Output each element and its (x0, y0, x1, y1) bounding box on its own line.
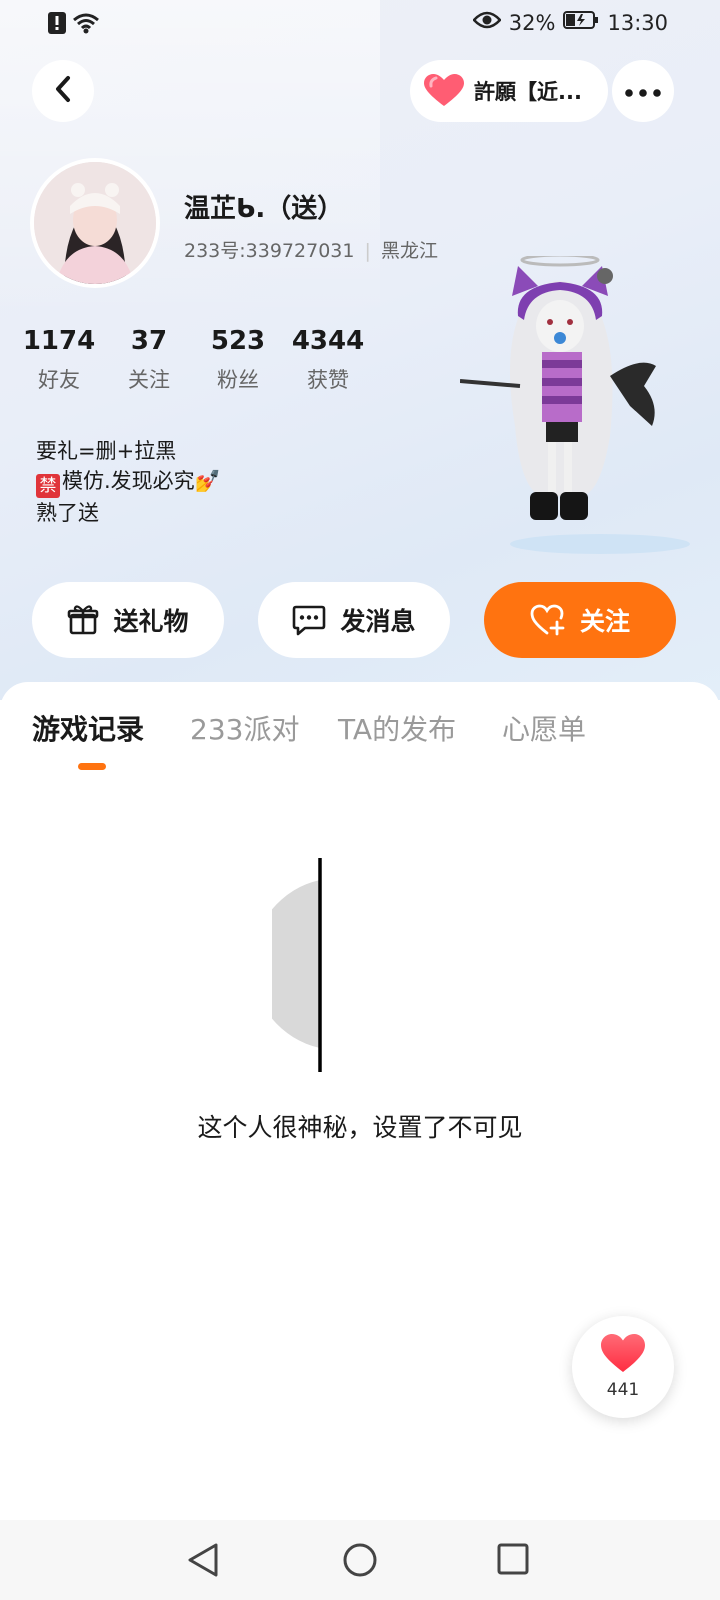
follow-label: 关注 (579, 607, 630, 636)
tab-ta-posts[interactable]: TA的发布 (338, 708, 456, 748)
tab-233-party[interactable]: 233派对 (190, 708, 299, 748)
separator: | (364, 240, 371, 262)
tab-wish-list[interactable]: 心愿单 (502, 708, 586, 748)
wish-list-button[interactable]: 許願【近... (410, 60, 608, 122)
stat-likes[interactable]: 4344 获赞 (283, 326, 373, 394)
system-nav-bar (0, 1520, 720, 1600)
stat-value: 37 (130, 326, 168, 356)
chat-bubble-icon (292, 604, 326, 636)
stat-label: 好友 (38, 368, 80, 392)
profile-stats: 1174 好友 37 关注 523 粉丝 4344 获赞 (0, 326, 400, 406)
floating-like-button[interactable]: 441 (572, 1316, 674, 1418)
more-button[interactable] (612, 60, 674, 122)
user-id-line: 233号:339727031 | 黑龙江 (184, 236, 438, 263)
wifi-icon (72, 12, 100, 38)
send-gift-button[interactable]: 送礼物 (32, 582, 224, 658)
ban-mark: 禁 (36, 474, 60, 498)
user-region: 黑龙江 (380, 240, 438, 262)
bio-line-text: 模仿.发现必究💅 (62, 469, 221, 493)
hidden-content-illustration (252, 858, 352, 1072)
active-tab-indicator (78, 763, 106, 770)
send-message-label: 发消息 (340, 607, 416, 636)
chevron-left-icon (53, 75, 73, 107)
bio-line: 禁模仿.发现必究💅 (36, 466, 221, 498)
empty-state-message: 这个人很神秘，设置了不可见 (197, 1113, 523, 1142)
more-dots-icon (625, 82, 661, 101)
stat-value: 1174 (22, 326, 96, 356)
stat-value: 523 (210, 326, 266, 356)
eye-icon (472, 10, 502, 35)
follow-button[interactable]: 关注 (484, 582, 676, 658)
nav-back-icon[interactable] (186, 1542, 220, 1582)
nav-recents-icon[interactable] (496, 1542, 530, 1580)
avatar[interactable] (30, 158, 160, 288)
send-gift-label: 送礼物 (113, 607, 189, 636)
stat-label: 关注 (128, 368, 170, 392)
battery-icon (563, 10, 599, 35)
clock: 13:30 (607, 10, 668, 35)
battery-percent: 32% (508, 10, 556, 35)
stat-label: 粉丝 (217, 368, 259, 392)
user-id: 233号:339727031 (184, 240, 355, 262)
username: 温芷ᑲ.（送） (184, 194, 344, 224)
stat-friends[interactable]: 1174 好友 (14, 326, 104, 394)
bio-line: 熟了送 (36, 501, 99, 525)
bio-line: 要礼=删+拉黑 (36, 439, 177, 463)
tab-game-records[interactable]: 游戏记录 (32, 708, 144, 748)
heart-plus-icon (530, 604, 566, 636)
character-avatar[interactable] (459, 253, 690, 556)
status-bar: 32% 13:30 (0, 0, 720, 48)
stat-value: 4344 (291, 326, 365, 356)
like-count: 441 (606, 1380, 640, 1400)
stat-label: 获赞 (307, 368, 349, 392)
gift-icon (67, 604, 99, 636)
back-button[interactable] (32, 60, 94, 122)
stat-following[interactable]: 37 关注 (104, 326, 194, 394)
heart-icon (424, 74, 464, 108)
send-message-button[interactable]: 发消息 (258, 582, 450, 658)
stat-fans[interactable]: 523 粉丝 (193, 326, 283, 394)
profile-bio: 要礼=删+拉黑 禁模仿.发现必究💅 熟了送 (36, 436, 221, 528)
wish-label: 許願【近... (474, 80, 582, 104)
nav-home-icon[interactable] (342, 1542, 378, 1582)
heart-icon (601, 1334, 645, 1378)
alert-icon (48, 12, 66, 38)
profile-tabs: 游戏记录 233派对 TA的发布 心愿单 (0, 708, 720, 768)
